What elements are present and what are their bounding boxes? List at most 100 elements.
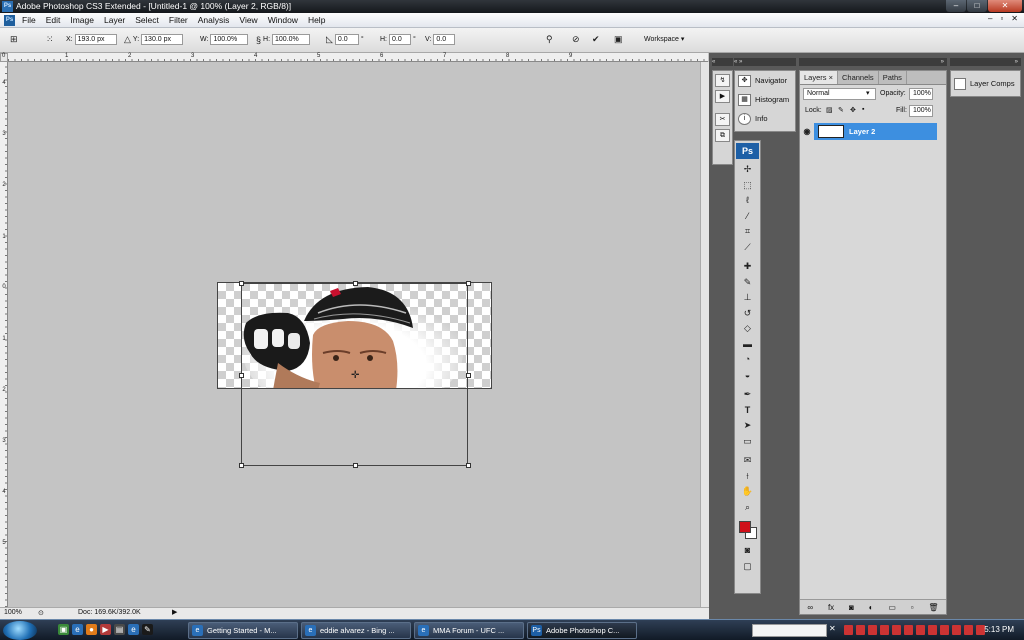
clone-source-icon[interactable]: ⧉ [715,129,730,142]
status-menu-arrow-icon[interactable]: ▶ [172,608,177,616]
pen-tool-icon[interactable]: ✒ [736,387,759,403]
rotation-field[interactable]: 0.0 [334,34,359,45]
folder-icon[interactable]: ▤ [114,624,125,635]
tray-icon[interactable] [940,625,949,635]
pen-app-icon[interactable]: ✎ [142,624,153,635]
tray-icon[interactable] [916,625,925,635]
navigator-item[interactable]: ✥ Navigator [735,71,795,90]
lock-transparency-icon[interactable]: ▨ [826,106,833,114]
menu-view[interactable]: View [239,15,257,25]
history-brush-tool-icon[interactable]: ↺ [736,306,759,322]
transform-handle[interactable] [466,281,471,286]
taskbar-button[interactable]: e eddie alvarez - Bing ... [301,622,411,639]
commit-transform-icon[interactable]: ✔ [592,34,600,45]
fill-field[interactable]: 100% [909,105,933,117]
tray-icon[interactable] [952,625,961,635]
menu-edit[interactable]: Edit [46,15,61,25]
menu-filter[interactable]: Filter [169,15,188,25]
search-box[interactable] [752,624,827,637]
taskbar-button[interactable]: e MMA Forum - UFC ... [414,622,524,639]
eye-icon[interactable]: ◉ [800,123,814,140]
screen-mode-icon[interactable]: ▢ [736,559,759,575]
width-field[interactable]: 100.0% [210,34,249,45]
close-button[interactable]: ✕ [988,0,1022,12]
free-transform-box[interactable] [239,281,471,468]
tray-icon[interactable] [856,625,865,635]
y-field[interactable]: 130.0 px [141,34,184,45]
dodge-tool-icon[interactable]: ◒ [736,368,759,384]
reference-point-icon[interactable]: ⁙ [46,34,54,45]
link-layers-icon[interactable]: ∞ [807,603,813,612]
opacity-field[interactable]: 100% [909,88,933,100]
layer-mask-icon[interactable]: ◙ [849,603,854,612]
histogram-item[interactable]: ▦ Histogram [735,90,795,109]
close-icon[interactable]: ✕ [829,624,836,633]
minimize-button[interactable]: – [946,0,966,12]
ps-logo[interactable]: Ps [736,143,759,159]
lock-pixels-icon[interactable]: ✎ [838,106,844,114]
tray-icon[interactable] [880,625,889,635]
quick-mask-icon[interactable]: ◙ [736,543,759,559]
taskbar-button-active[interactable]: Ps Adobe Photoshop C... [527,622,637,639]
path-selection-tool-icon[interactable]: ➤ [736,418,759,434]
type-tool-icon[interactable]: T [736,403,759,419]
start-button[interactable] [3,621,37,640]
hskew-field[interactable]: 0.0 [389,34,411,45]
dock-collapse-strip[interactable]: » [950,58,1021,66]
link-icon[interactable]: § [256,35,261,45]
tray-icon[interactable] [964,625,973,635]
doc-restore-button[interactable]: ▫ [1000,14,1003,23]
healing-brush-tool-icon[interactable]: ✚ [736,259,759,275]
transform-handle[interactable] [353,281,358,286]
menu-file[interactable]: File [22,15,36,25]
menu-window[interactable]: Window [268,15,298,25]
horizontal-ruler[interactable]: 0 1 2 3 4 5 6 7 8 9 [2,53,708,62]
relative-position-icon[interactable]: △ [124,34,131,45]
tray-icon[interactable] [892,625,901,635]
tray-icon[interactable] [928,625,937,635]
tab-layers[interactable]: Layers × [800,71,838,84]
delete-layer-icon[interactable]: 🗑 [928,603,938,612]
x-field[interactable]: 193.0 px [74,34,117,45]
transform-handle[interactable] [239,373,244,378]
actions-play-icon[interactable]: ▶ [715,90,730,103]
dock-collapse-strip[interactable]: « » [734,58,796,66]
tray-icon[interactable] [904,625,913,635]
ie-icon[interactable]: e [128,624,139,635]
desktop-icon[interactable]: ▣ [58,624,69,635]
transform-handle[interactable] [239,281,244,286]
ie-icon[interactable]: e [72,624,83,635]
new-layer-icon[interactable]: ▫ [911,603,914,612]
height-field[interactable]: 100.0% [272,34,311,45]
transform-handle[interactable] [353,463,358,468]
taskbar-button[interactable]: e Getting Started - M... [188,622,298,639]
status-options-icon[interactable]: ⊙ [38,609,44,617]
clock[interactable]: 5:13 PM [984,625,1014,634]
magic-wand-tool-icon[interactable]: ⁄ [736,209,759,225]
tab-paths[interactable]: Paths [879,71,907,84]
tray-icon[interactable] [844,625,853,635]
tray-icon[interactable] [868,625,877,635]
firefox-icon[interactable]: ● [86,624,97,635]
transform-handle[interactable] [466,463,471,468]
zoom-level[interactable]: 100% [4,609,22,616]
crop-tool-icon[interactable]: ⌗ [736,224,759,240]
slice-tool-icon[interactable]: ⟋ [736,240,759,256]
vertical-ruler[interactable]: 4 3 2 1 0 1 2 3 4 5 [0,62,8,607]
clone-stamp-tool-icon[interactable]: ⊥ [736,290,759,306]
shape-tool-icon[interactable]: ▭ [736,434,759,450]
hand-tool-icon[interactable]: ✋ [736,484,759,500]
lasso-tool-icon[interactable]: ℓ [736,193,759,209]
bridge-icon[interactable]: ▣ [614,34,623,45]
dock-collapse-strip[interactable]: « [712,58,733,66]
adjustment-layer-icon[interactable]: ◐ [869,603,874,612]
tool-presets-icon[interactable]: ✂ [715,113,730,126]
info-item[interactable]: i Info [735,109,795,128]
doc-close-button[interactable]: ✕ [1011,14,1018,23]
menu-help[interactable]: Help [308,15,325,25]
history-brush-icon[interactable]: ↯ [715,74,730,87]
gradient-tool-icon[interactable]: ▬ [736,337,759,353]
ps-menu-icon[interactable]: Ps [4,15,15,26]
warp-mode-icon[interactable]: ⚲ [546,34,553,45]
marquee-tool-icon[interactable]: ⬚ [736,178,759,194]
